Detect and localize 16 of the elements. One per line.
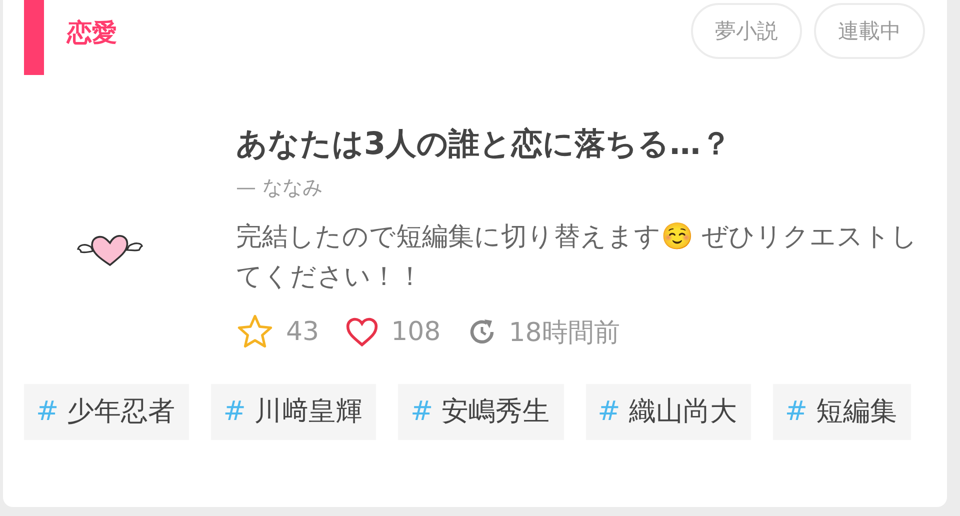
author-name: — ななみ	[236, 174, 324, 201]
story-title[interactable]: あなたは3人の誰と恋に落ちる…？	[236, 115, 947, 173]
story-description: 完結したので短編集に切り替えます☺ ぜひリクエストしてください！！	[236, 221, 918, 294]
tag-chip[interactable]: # 川﨑皇輝	[211, 384, 376, 440]
heart-icon	[345, 316, 380, 348]
status-badge: 連載中	[814, 2, 925, 58]
tag-chip[interactable]: # 短編集	[772, 384, 912, 440]
tag-chip[interactable]: # 織山尚大	[586, 384, 751, 440]
stat-count: 18時間前	[508, 316, 620, 350]
status-badge: 夢小説	[691, 2, 802, 58]
tag-chip[interactable]: # 安嶋秀生	[398, 384, 564, 440]
tag-chip[interactable]: # 少年忍者	[24, 384, 190, 440]
category-label: 恋愛	[67, 17, 117, 49]
winged-heart-icon	[76, 233, 142, 267]
stat-count: 43	[286, 317, 320, 347]
stat-count: 108	[391, 317, 441, 347]
